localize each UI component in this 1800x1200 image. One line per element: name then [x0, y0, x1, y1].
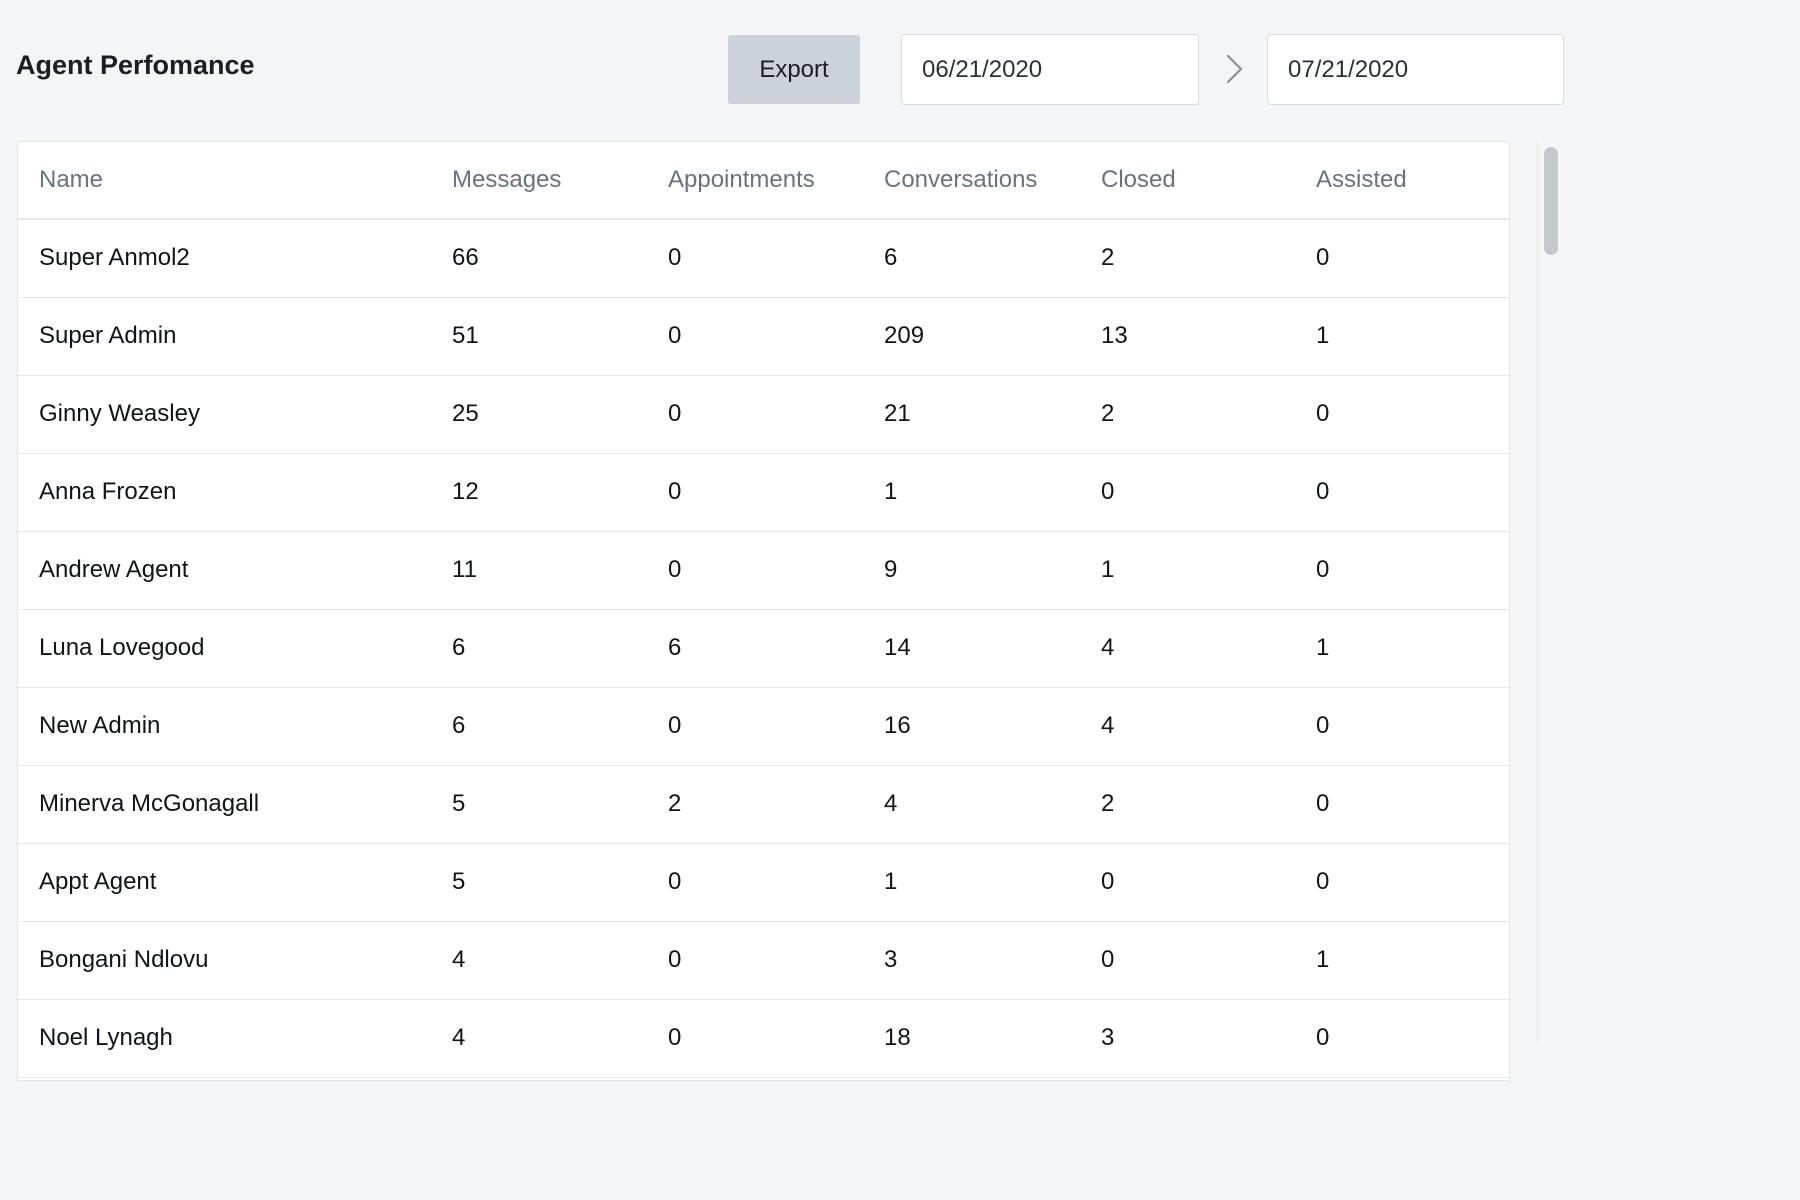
table-row[interactable]: Super Admin 51 0 209 13 1 — [18, 297, 1509, 376]
start-date-input[interactable] — [901, 34, 1199, 105]
column-header-conversations[interactable]: Conversations — [863, 142, 1080, 220]
cell-conversations: 4 — [863, 765, 1080, 844]
cell-assisted: 0 — [1295, 765, 1509, 844]
cell-messages: 51 — [431, 297, 647, 376]
table-row[interactable]: Andrew Agent 11 0 9 1 0 — [18, 531, 1509, 610]
cell-name: Super Anmol2 — [18, 219, 431, 298]
cell-assisted: 0 — [1295, 999, 1509, 1078]
table-row[interactable]: Appt Agent 5 0 1 0 0 — [18, 843, 1509, 922]
cell-appointments: 0 — [647, 297, 863, 376]
table-row[interactable]: Bongani Ndlovu 4 0 3 0 1 — [18, 921, 1509, 1000]
column-header-assisted[interactable]: Assisted — [1295, 142, 1509, 220]
cell-closed: 0 — [1080, 453, 1295, 532]
cell-assisted: 0 — [1295, 453, 1509, 532]
cell-appointments: 0 — [647, 687, 863, 766]
table-row[interactable]: Noel Lynagh 4 0 18 3 0 — [18, 999, 1509, 1078]
cell-messages: 5 — [431, 765, 647, 844]
cell-name: Andrew Agent — [18, 531, 431, 610]
cell-messages: 6 — [431, 687, 647, 766]
cell-name: Appt Agent — [18, 843, 431, 922]
table-header-row: Name Messages Appointments Conversations… — [18, 142, 1509, 220]
cell-closed: 2 — [1080, 375, 1295, 454]
cell-appointments: 0 — [647, 843, 863, 922]
cell-closed: 13 — [1080, 297, 1295, 376]
cell-name: Super Admin — [18, 297, 431, 376]
cell-closed: 1 — [1080, 531, 1295, 610]
cell-assisted: 1 — [1295, 297, 1509, 376]
cell-conversations: 14 — [863, 609, 1080, 688]
scrollbar-thumb[interactable] — [1544, 147, 1558, 255]
export-button[interactable]: Export — [728, 35, 860, 104]
cell-assisted: 1 — [1295, 921, 1509, 1000]
cell-name: Luna Lovegood — [18, 609, 431, 688]
cell-messages: 4 — [431, 921, 647, 1000]
cell-appointments: 0 — [647, 531, 863, 610]
cell-messages: 12 — [431, 453, 647, 532]
cell-conversations: 209 — [863, 297, 1080, 376]
cell-assisted: 0 — [1295, 219, 1509, 298]
cell-messages: 66 — [431, 219, 647, 298]
cell-conversations: 16 — [863, 687, 1080, 766]
cell-messages: 11 — [431, 531, 647, 610]
cell-assisted: 0 — [1295, 687, 1509, 766]
table-row[interactable]: Minerva McGonagall 5 2 4 2 0 — [18, 765, 1509, 844]
cell-assisted: 0 — [1295, 375, 1509, 454]
table-row[interactable]: New Admin 6 0 16 4 0 — [18, 687, 1509, 766]
column-header-messages[interactable]: Messages — [431, 142, 647, 220]
cell-name: New Admin — [18, 687, 431, 766]
cell-conversations: 6 — [863, 219, 1080, 298]
chevron-right-icon — [1226, 54, 1243, 84]
table-row[interactable]: Super Anmol2 66 0 6 2 0 — [18, 219, 1509, 298]
cell-closed: 2 — [1080, 765, 1295, 844]
scrollbar-track[interactable] — [1537, 141, 1557, 1045]
cell-appointments: 2 — [647, 765, 863, 844]
table-row[interactable]: Luna Lovegood 6 6 14 4 1 — [18, 609, 1509, 688]
cell-conversations: 1 — [863, 843, 1080, 922]
page-title: Agent Perfomance — [16, 50, 255, 80]
column-header-name[interactable]: Name — [18, 142, 431, 220]
table-row[interactable]: Anna Frozen 12 0 1 0 0 — [18, 453, 1509, 532]
cell-name: Anna Frozen — [18, 453, 431, 532]
cell-name: Noel Lynagh — [18, 999, 431, 1078]
cell-closed: 4 — [1080, 687, 1295, 766]
cell-name: Bongani Ndlovu — [18, 921, 431, 1000]
cell-appointments: 0 — [647, 999, 863, 1078]
column-header-appointments[interactable]: Appointments — [647, 142, 863, 220]
cell-assisted: 0 — [1295, 843, 1509, 922]
cell-conversations: 3 — [863, 921, 1080, 1000]
cell-conversations: 1 — [863, 453, 1080, 532]
cell-closed: 2 — [1080, 219, 1295, 298]
cell-conversations: 21 — [863, 375, 1080, 454]
cell-name: Ginny Weasley — [18, 375, 431, 454]
cell-conversations: 9 — [863, 531, 1080, 610]
agent-performance-table: Name Messages Appointments Conversations… — [17, 141, 1510, 1081]
cell-appointments: 0 — [647, 375, 863, 454]
cell-closed: 0 — [1080, 921, 1295, 1000]
cell-messages: 25 — [431, 375, 647, 454]
cell-messages: 6 — [431, 609, 647, 688]
cell-closed: 3 — [1080, 999, 1295, 1078]
end-date-input[interactable] — [1267, 34, 1564, 105]
cell-assisted: 1 — [1295, 609, 1509, 688]
cell-name: Minerva McGonagall — [18, 765, 431, 844]
cell-messages: 4 — [431, 999, 647, 1078]
page-header: Agent Perfomance Export — [0, 0, 1568, 140]
table-row[interactable]: Ginny Weasley 25 0 21 2 0 — [18, 375, 1509, 454]
cell-closed: 4 — [1080, 609, 1295, 688]
cell-appointments: 0 — [647, 219, 863, 298]
cell-closed: 0 — [1080, 843, 1295, 922]
cell-appointments: 0 — [647, 453, 863, 532]
page: Agent Perfomance Export Name Messages Ap… — [0, 0, 1568, 1081]
cell-messages: 5 — [431, 843, 647, 922]
cell-appointments: 0 — [647, 921, 863, 1000]
column-header-closed[interactable]: Closed — [1080, 142, 1295, 220]
cell-assisted: 0 — [1295, 531, 1509, 610]
table-body: Super Anmol2 66 0 6 2 0 Super Admin 51 0 209 13 1 Gi… — [18, 219, 1509, 1078]
cell-appointments: 6 — [647, 609, 863, 688]
cell-conversations: 18 — [863, 999, 1080, 1078]
